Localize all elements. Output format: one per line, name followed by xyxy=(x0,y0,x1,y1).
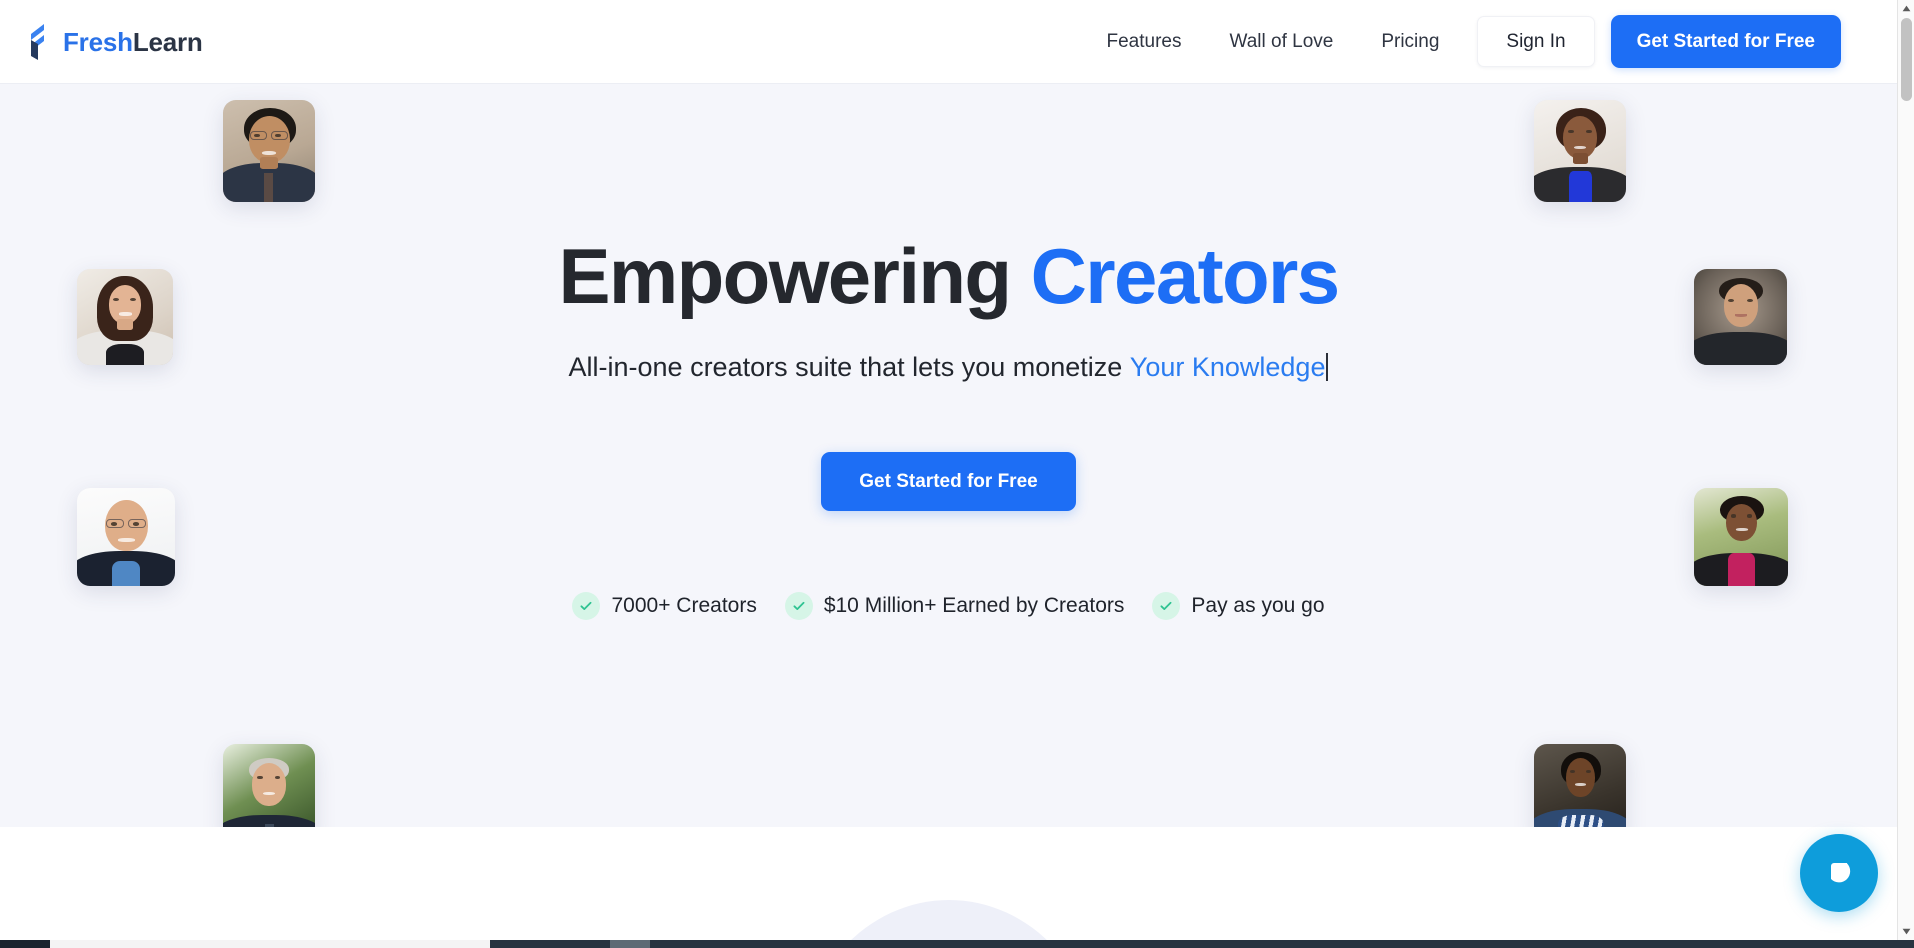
scroll-up-arrow-icon[interactable] xyxy=(1898,0,1914,17)
brand-name-second: Learn xyxy=(132,26,203,57)
hero-subtitle: All-in-one creators suite that lets you … xyxy=(569,350,1329,385)
badge-label: Pay as you go xyxy=(1191,593,1325,617)
main-navigation: Features Wall of Love Pricing xyxy=(1083,32,1464,51)
badge-label: $10 Million+ Earned by Creators xyxy=(823,593,1125,617)
page-title: Empowering Creators xyxy=(558,235,1340,318)
check-circle-icon xyxy=(572,591,601,620)
chat-widget-button[interactable] xyxy=(1800,834,1878,912)
check-circle-icon xyxy=(784,591,813,620)
badge-pricing-model: Pay as you go xyxy=(1152,591,1325,620)
site-header: FreshLearn Features Wall of Love Pricing… xyxy=(0,0,1897,84)
hero-subtitle-accent: Your Knowledge xyxy=(1129,351,1326,382)
typing-caret xyxy=(1326,352,1329,381)
sign-in-button[interactable]: Sign In xyxy=(1477,16,1595,67)
hero-subtitle-prefix: All-in-one creators suite that lets you … xyxy=(568,351,1123,382)
hero-get-started-button[interactable]: Get Started for Free xyxy=(821,451,1076,511)
badge-label: 7000+ Creators xyxy=(611,593,757,617)
page-content: FreshLearn Features Wall of Love Pricing… xyxy=(0,0,1897,940)
hero-badge-list: 7000+ Creators $10 Million+ Earned by Cr… xyxy=(572,591,1325,620)
decorative-arc xyxy=(798,900,1099,940)
nav-link-pricing[interactable]: Pricing xyxy=(1357,32,1463,51)
header-right-group: Features Wall of Love Pricing Sign In Ge… xyxy=(1083,0,1841,83)
freshlearn-chevron-logo-icon xyxy=(24,23,54,61)
check-circle-icon xyxy=(1152,591,1181,620)
headline-part-one: Empowering xyxy=(558,232,1012,320)
taskbar-segment-accent xyxy=(610,940,650,948)
hero-section: Empowering Creators All-in-one creators … xyxy=(0,84,1897,827)
brand-name-first: Fresh xyxy=(63,26,133,57)
nav-link-wall-of-love[interactable]: Wall of Love xyxy=(1205,32,1357,51)
taskbar-segment-left xyxy=(0,940,50,948)
taskbar-segment-window xyxy=(50,940,490,948)
brand-name: FreshLearn xyxy=(63,29,203,55)
badge-earnings: $10 Million+ Earned by Creators xyxy=(784,591,1125,620)
headline-part-two: Creators xyxy=(1030,232,1341,320)
badge-creators-count: 7000+ Creators xyxy=(572,591,757,620)
next-section xyxy=(0,827,1897,940)
scroll-down-arrow-icon[interactable] xyxy=(1898,923,1914,940)
browser-scrollbar[interactable] xyxy=(1897,0,1914,940)
nav-link-features[interactable]: Features xyxy=(1083,32,1206,51)
hero-content: Empowering Creators All-in-one creators … xyxy=(0,84,1897,827)
scrollbar-thumb[interactable] xyxy=(1901,18,1912,101)
header-get-started-button[interactable]: Get Started for Free xyxy=(1610,15,1841,68)
browser-viewport: FreshLearn Features Wall of Love Pricing… xyxy=(0,0,1914,948)
brand-logo[interactable]: FreshLearn xyxy=(24,20,203,64)
chat-bubble-icon xyxy=(1822,854,1856,893)
os-taskbar-strip xyxy=(0,940,1914,948)
